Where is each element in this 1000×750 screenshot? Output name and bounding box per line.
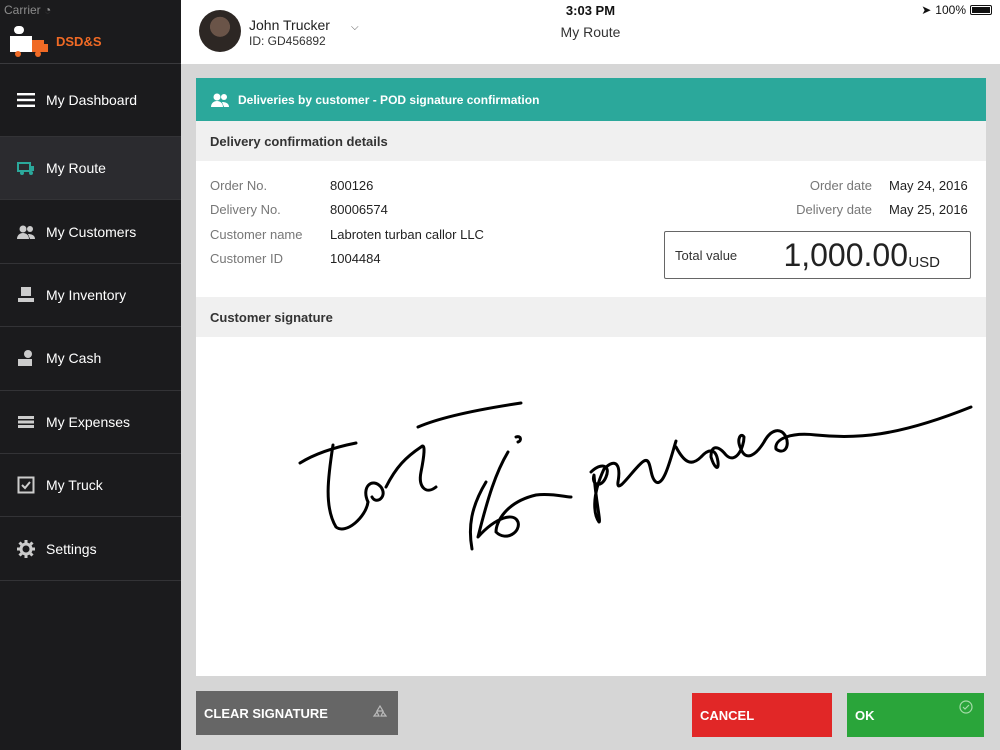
expenses-icon [16, 412, 36, 432]
sidebar-item-label: My Cash [46, 350, 102, 367]
sidebar-nav: My Dashboard My Route My Customers My In… [0, 64, 181, 581]
truck-check-icon [16, 475, 36, 495]
cancel-label: CANCEL [700, 707, 755, 723]
order-no-value: 800126 [330, 178, 374, 193]
app-logo: DSD&S [8, 20, 102, 62]
location-icon: ➤ [921, 3, 932, 17]
customer-id-label: Customer ID [210, 251, 283, 266]
order-no-label: Order No. [210, 178, 268, 193]
sidebar: Carrier ◔ DSD&S My Dashboard My Route My… [0, 0, 181, 750]
status-right: ➤ 100% [921, 3, 992, 17]
sidebar-item-inventory[interactable]: My Inventory [0, 264, 181, 328]
card-title: Deliveries by customer - POD signature c… [238, 92, 540, 107]
page-title: My Route [560, 24, 621, 40]
sidebar-item-settings[interactable]: Settings [0, 517, 181, 581]
battery-icon [970, 5, 992, 15]
sidebar-item-cash[interactable]: My Cash [0, 327, 181, 391]
sidebar-item-truck[interactable]: My Truck [0, 454, 181, 518]
sidebar-item-customers[interactable]: My Customers [0, 200, 181, 264]
customer-name-label: Customer name [210, 227, 303, 242]
signature-heading: Customer signature [196, 297, 986, 337]
signature-drawing [298, 401, 973, 551]
sidebar-item-label: My Expenses [46, 413, 131, 430]
check-circle-icon [959, 700, 973, 714]
menu-icon [16, 90, 36, 110]
customer-id-value: 1004484 [330, 251, 381, 266]
ok-label: OK [855, 707, 875, 723]
sidebar-item-label: My Truck [46, 477, 103, 494]
carrier-label: Carrier [4, 3, 41, 17]
total-value-box: Total value 1,000.00 USD [664, 231, 971, 279]
truck-logo-icon [10, 26, 48, 57]
inventory-icon [16, 285, 36, 305]
delivery-card: Deliveries by customer - POD signature c… [196, 78, 986, 676]
status-time: 3:03 PM [565, 3, 616, 18]
route-icon [16, 158, 36, 178]
delivery-date-value: May 25, 2016 [889, 202, 968, 217]
delivery-no-label: Delivery No. [210, 202, 281, 217]
customers-icon [16, 222, 36, 242]
customers-icon [211, 93, 229, 107]
logo-text: DSD&S [56, 33, 102, 49]
battery-percent: 100% [935, 3, 966, 17]
ok-button[interactable]: OK [847, 693, 984, 737]
card-header: Deliveries by customer - POD signature c… [196, 78, 986, 121]
gear-icon [16, 539, 36, 559]
delivery-date-label: Delivery date [796, 202, 872, 217]
currency: USD [908, 254, 940, 271]
customer-name-value: Labroten turban callor LLC [330, 227, 484, 242]
sidebar-item-label: My Inventory [46, 286, 127, 303]
sidebar-item-route[interactable]: My Route [0, 137, 181, 201]
sidebar-item-label: My Route [46, 160, 106, 177]
clear-signature-button[interactable]: CLEAR SIGNATURE [196, 691, 398, 735]
wifi-icon: ◔ [44, 3, 52, 17]
order-date-label: Order date [809, 178, 872, 193]
cancel-button[interactable]: CANCEL [692, 693, 832, 737]
delivery-details: Order No. 800126 Delivery No. 80006574 C… [196, 161, 986, 297]
details-heading: Delivery confirmation details [196, 121, 986, 161]
sidebar-item-label: Settings [46, 540, 97, 557]
carrier-status: Carrier ◔ [4, 3, 51, 17]
sidebar-item-expenses[interactable]: My Expenses [0, 391, 181, 454]
total-amount: 1,000.00 [783, 237, 908, 273]
total-label: Total value [675, 247, 738, 263]
cash-icon [16, 348, 36, 368]
signature-pad[interactable] [196, 337, 986, 677]
sidebar-item-label: My Customers [46, 223, 137, 240]
clear-signature-label: CLEAR SIGNATURE [204, 705, 328, 721]
top-bar: 3:03 PM ➤ 100% John Trucker ID: GD456892… [181, 0, 1000, 64]
order-date-value: May 24, 2016 [889, 178, 968, 193]
sidebar-item-dashboard[interactable]: My Dashboard [0, 64, 181, 137]
sidebar-item-label: My Dashboard [46, 92, 138, 108]
delivery-no-value: 80006574 [330, 202, 388, 217]
recycle-icon [372, 704, 388, 717]
